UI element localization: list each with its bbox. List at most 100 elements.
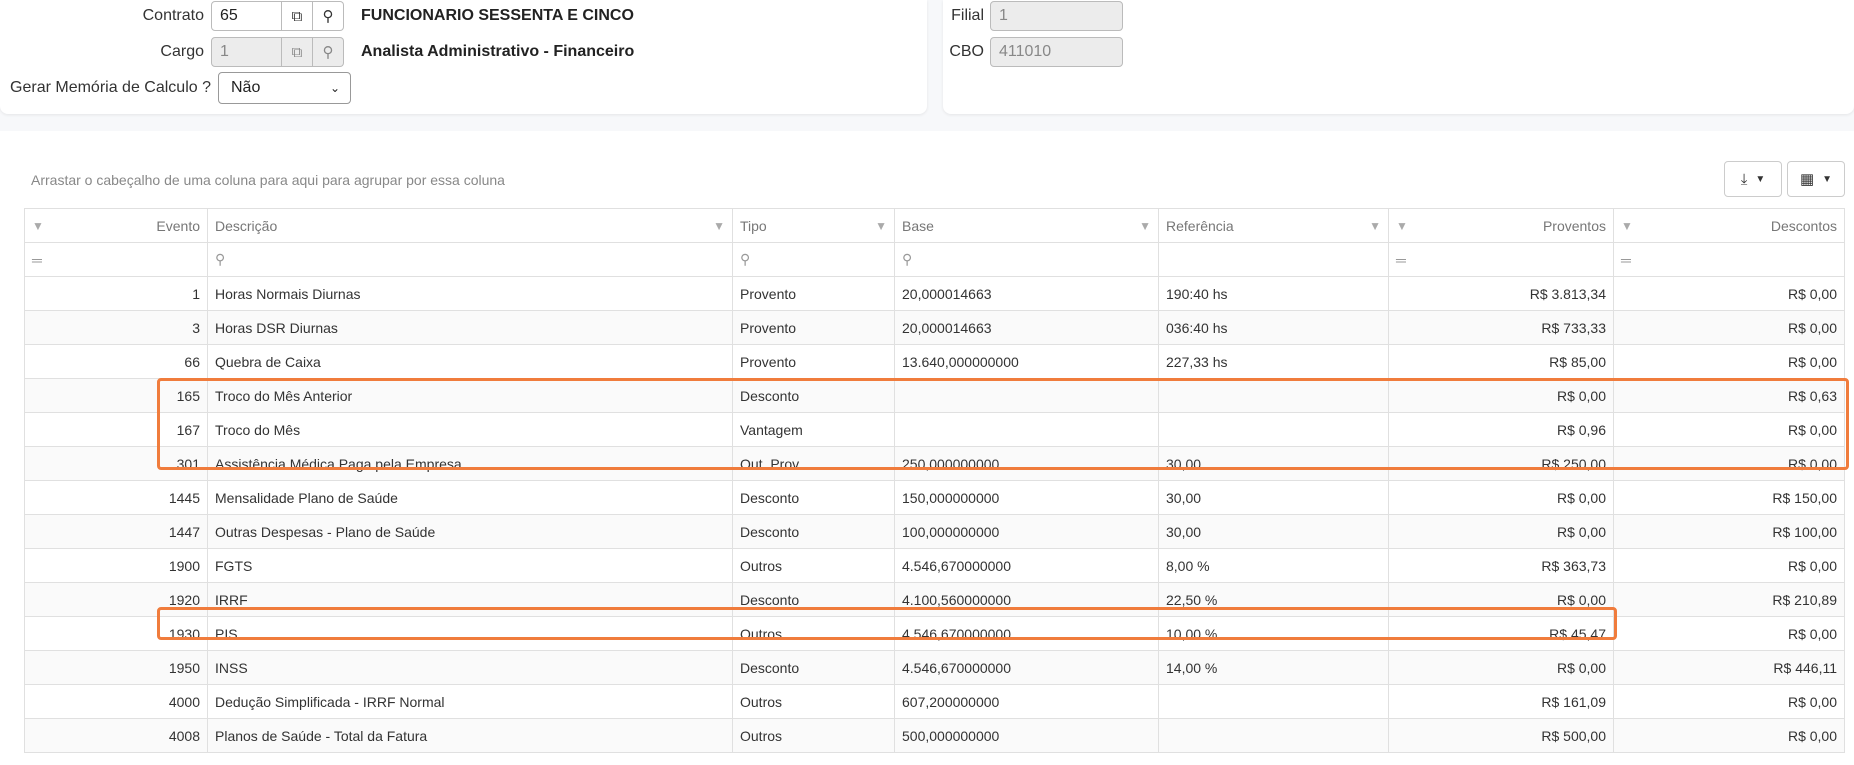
cell-base: 607,200000000 [894, 684, 1159, 719]
filter-icon[interactable]: ▼ [875, 219, 887, 233]
cargo-input: 1 [211, 37, 282, 67]
equals-icon[interactable]: ═ [1621, 252, 1631, 268]
table-row[interactable]: 1950 INSS Desconto 4.546,670000000 14,00 % R$… [24, 650, 1845, 685]
cell-tipo: Out. Prov. [732, 446, 895, 481]
cell-descricao: INSS [207, 650, 733, 685]
table-row[interactable]: 1 Horas Normais Diurnas Provento 20,0000146… [24, 276, 1845, 311]
table-row[interactable]: 301 Assistência Médica Paga pela Empresa O… [24, 446, 1845, 481]
caret-down-icon: ▼ [1755, 173, 1766, 185]
filial-row: Filial 1 [943, 0, 1123, 32]
filter-icon[interactable]: ▼ [1621, 219, 1633, 233]
memoria-label: Gerar Memória de Calculo ? [10, 79, 211, 96]
cell-tipo: Desconto [732, 650, 895, 685]
caret-down-icon: ▼ [1822, 173, 1833, 185]
column-header-descontos[interactable]: ▼ Descontos [1613, 208, 1845, 243]
copy-icon[interactable]: ⧉ [282, 1, 313, 31]
search-filter-icon[interactable]: ⚲ [902, 251, 912, 267]
cell-referencia [1158, 718, 1389, 753]
cell-proventos: R$ 0,00 [1388, 582, 1614, 617]
filter-icon[interactable]: ▼ [713, 219, 725, 233]
cell-tipo: Desconto [732, 378, 895, 413]
column-header-descricao[interactable]: Descrição ▼ [207, 208, 733, 243]
cargo-row: Cargo 1 ⧉ ⚲ Analista Administrativo - Fi… [0, 36, 634, 68]
search-icon: ⚲ [313, 37, 344, 67]
cell-base: 4.100,560000000 [894, 582, 1159, 617]
filter-cell-referencia[interactable] [1158, 242, 1389, 277]
table-row[interactable]: 3 Horas DSR Diurnas Provento 20,000014663 03… [24, 310, 1845, 345]
cell-base: 20,000014663 [894, 276, 1159, 311]
events-grid-panel: Arrastar o cabeçalho de uma coluna para … [0, 131, 1854, 765]
cell-tipo: Provento [732, 310, 895, 345]
cell-tipo: Vantagem [732, 412, 895, 447]
cell-proventos: R$ 500,00 [1388, 718, 1614, 753]
column-header-base[interactable]: Base ▼ [894, 208, 1159, 243]
filter-icon[interactable]: ▼ [1139, 219, 1151, 233]
equals-icon[interactable]: ═ [1396, 252, 1406, 268]
export-button[interactable]: ⤓ ▼ [1724, 161, 1782, 197]
filter-icon[interactable]: ▼ [32, 219, 44, 233]
column-chooser-button[interactable]: ▦ ▼ [1787, 161, 1845, 197]
column-header-proventos[interactable]: ▼ Proventos [1388, 208, 1614, 243]
cell-evento: 66 [24, 344, 208, 379]
table-row[interactable]: 167 Troco do Mês Vantagem R$ 0,96 R$ 0,00 [24, 412, 1845, 447]
cell-descontos: R$ 150,00 [1613, 480, 1845, 515]
cell-base: 20,000014663 [894, 310, 1159, 345]
cell-descricao: FGTS [207, 548, 733, 583]
filter-cell-descontos[interactable]: ═ [1613, 242, 1845, 277]
filter-icon[interactable]: ▼ [1396, 219, 1408, 233]
table-row[interactable]: 1900 FGTS Outros 4.546,670000000 8,00 % R$ 36… [24, 548, 1845, 583]
contrato-input[interactable]: 65 [211, 1, 282, 31]
cell-base: 4.546,670000000 [894, 616, 1159, 651]
contrato-label: Contrato [142, 7, 204, 24]
cell-tipo: Desconto [732, 480, 895, 515]
cbo-row: CBO 411010 [943, 36, 1123, 68]
table-row[interactable]: 4008 Planos de Saúde - Total da Fatura Out… [24, 718, 1845, 753]
column-header-tipo[interactable]: Tipo ▼ [732, 208, 895, 243]
filter-icon[interactable]: ▼ [1369, 219, 1381, 233]
cell-descontos: R$ 0,00 [1613, 718, 1845, 753]
filter-cell-tipo[interactable]: ⚲ [732, 242, 895, 277]
filter-row: ═ ⚲ ⚲ ⚲ ═ ═ [24, 242, 1845, 277]
search-filter-icon[interactable]: ⚲ [740, 251, 750, 267]
cell-evento: 1 [24, 276, 208, 311]
table-row[interactable]: 1445 Mensalidade Plano de Saúde Desconto 15… [24, 480, 1845, 515]
search-icon[interactable]: ⚲ [313, 1, 344, 31]
cell-descontos: R$ 0,00 [1613, 344, 1845, 379]
cell-proventos: R$ 0,00 [1388, 650, 1614, 685]
cell-descricao: Planos de Saúde - Total da Fatura [207, 718, 733, 753]
contrato-row: Contrato 65 ⧉ ⚲ FUNCIONARIO SESSENTA E C… [0, 0, 634, 32]
column-header-referencia[interactable]: Referência ▼ [1158, 208, 1389, 243]
cell-evento: 1447 [24, 514, 208, 549]
table-row[interactable]: 1920 IRRF Desconto 4.100,560000000 22,50 % R$… [24, 582, 1845, 617]
table-row[interactable]: 1930 PIS Outros 4.546,670000000 10,00 % R$ 45… [24, 616, 1845, 651]
cell-evento: 301 [24, 446, 208, 481]
cell-descontos: R$ 0,00 [1613, 548, 1845, 583]
filter-cell-base[interactable]: ⚲ [894, 242, 1159, 277]
cell-base: 4.546,670000000 [894, 548, 1159, 583]
filter-cell-evento[interactable]: ═ [24, 242, 208, 277]
cell-tipo: Outros [732, 718, 895, 753]
group-panel-hint[interactable]: Arrastar o cabeçalho de uma coluna para … [31, 172, 505, 188]
cell-referencia: 036:40 hs [1158, 310, 1389, 345]
cell-descontos: R$ 0,00 [1613, 412, 1845, 447]
cell-evento: 4008 [24, 718, 208, 753]
cell-descontos: R$ 446,11 [1613, 650, 1845, 685]
cell-descricao: Mensalidade Plano de Saúde [207, 480, 733, 515]
cell-descricao: Horas DSR Diurnas [207, 310, 733, 345]
cell-evento: 1445 [24, 480, 208, 515]
equals-icon[interactable]: ═ [32, 252, 42, 268]
memoria-select[interactable]: Não ⌄ [218, 72, 351, 104]
cell-proventos: R$ 0,00 [1388, 378, 1614, 413]
search-filter-icon[interactable]: ⚲ [215, 251, 225, 267]
column-header-evento[interactable]: ▼ Evento [24, 208, 208, 243]
cell-proventos: R$ 3.813,34 [1388, 276, 1614, 311]
filter-cell-proventos[interactable]: ═ [1388, 242, 1614, 277]
cell-referencia: 30,00 [1158, 514, 1389, 549]
filter-cell-descricao[interactable]: ⚲ [207, 242, 733, 277]
table-row[interactable]: 1447 Outras Despesas - Plano de Saúde Desc… [24, 514, 1845, 549]
table-row[interactable]: 66 Quebra de Caixa Provento 13.640,00000000… [24, 344, 1845, 379]
cell-descontos: R$ 0,63 [1613, 378, 1845, 413]
cell-descricao: IRRF [207, 582, 733, 617]
table-row[interactable]: 4000 Dedução Simplificada - IRRF Normal Ou… [24, 684, 1845, 719]
table-row[interactable]: 165 Troco do Mês Anterior Desconto R$ 0,00 R… [24, 378, 1845, 413]
